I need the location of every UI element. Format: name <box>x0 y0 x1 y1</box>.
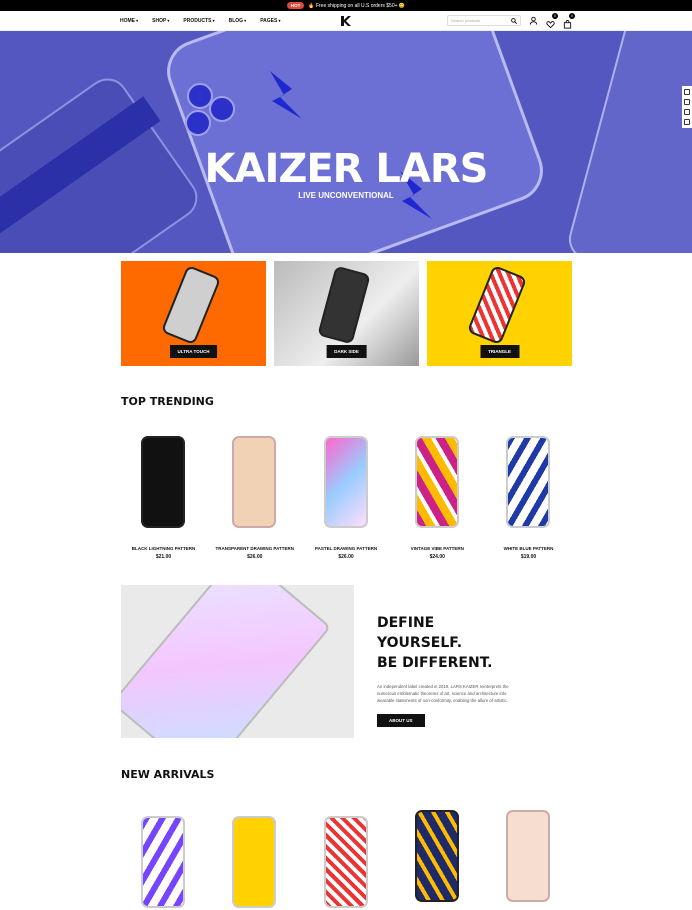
product-name[interactable]: BLACK LIGHTNING PATTERN <box>121 546 206 551</box>
feature-heading-1: DEFINE YOURSELF. <box>377 615 463 651</box>
menu-item-shop[interactable]: SHOP <box>152 18 169 24</box>
menu-item-products[interactable]: PRODUCTS <box>183 18 214 24</box>
product-image[interactable] <box>212 436 297 536</box>
trending-heading: TOP TRENDING <box>121 395 214 408</box>
about-us-button[interactable]: ABOUT US <box>377 714 425 727</box>
menu-item-pages[interactable]: PAGES <box>260 18 280 24</box>
phone-image <box>466 264 528 346</box>
product-image[interactable] <box>486 810 571 910</box>
menu-item-home[interactable]: HOME <box>120 18 138 24</box>
category-label[interactable]: TRIANGLE <box>480 345 519 358</box>
search-icon[interactable] <box>511 17 517 24</box>
product-image[interactable] <box>304 436 389 536</box>
settings-icon[interactable] <box>684 99 690 105</box>
product-price: $26.00 <box>247 554 263 560</box>
phone-case <box>141 816 185 908</box>
menu-item-blog[interactable]: BLOG <box>229 18 247 24</box>
product-image[interactable] <box>121 810 206 910</box>
product-card[interactable] <box>304 810 389 910</box>
product-card[interactable] <box>121 810 206 910</box>
phone-case <box>414 810 459 902</box>
product-price: $19.00 <box>520 554 537 560</box>
layout-icon[interactable] <box>684 109 690 115</box>
category-banners: ULTRA TOUCH DARK SIDE TRIANGLE <box>121 261 572 366</box>
menu: HOME SHOP PRODUCTS BLOG PAGES <box>120 18 280 24</box>
phone-image <box>160 264 222 346</box>
product-name[interactable]: WHITE BLUE PATTERN <box>486 546 571 551</box>
product-price: $26.00 <box>338 554 354 560</box>
product-price: $21.00 <box>155 554 172 560</box>
cart-count: 0 <box>569 13 575 19</box>
trending-products: BLACK LIGHTNING PATTERN $21.00 TRANSPARE… <box>121 436 571 560</box>
product-name[interactable]: TRANSPARENT DRAWING PATTERN <box>212 546 297 551</box>
wishlist-count: 0 <box>552 13 558 19</box>
account-icon[interactable] <box>529 16 538 25</box>
cart-icon[interactable] <box>684 119 690 125</box>
hero-banner[interactable]: KAIZER LARS LIVE UNCONVENTIONAL <box>0 31 692 253</box>
announcement-bar: HOT 🔥 Free shipping on all U.S orders $5… <box>0 0 692 11</box>
category-ultra-touch[interactable]: ULTRA TOUCH <box>121 261 266 366</box>
product-name[interactable]: PASTEL DRAWING PATTERN <box>304 546 389 551</box>
bag-icon <box>563 20 572 29</box>
product-card[interactable]: VINTAGE VIBE PATTERN $24.00 <box>395 436 480 560</box>
logo-icon[interactable] <box>340 15 352 27</box>
phone-case <box>323 816 368 908</box>
main-nav: HOME SHOP PRODUCTS BLOG PAGES Search pro… <box>0 11 692 31</box>
product-name[interactable]: VINTAGE VIBE PATTERN <box>395 546 480 551</box>
product-card[interactable] <box>395 810 480 910</box>
product-card[interactable]: BLACK LIGHTNING PATTERN $21.00 <box>121 436 206 560</box>
search-placeholder: Search products <box>451 18 481 23</box>
phone-case <box>506 810 550 902</box>
announcement-text: 🔥 Free shipping on all U.S orders $50+ 😊 <box>308 2 406 9</box>
product-image[interactable] <box>304 810 389 910</box>
phone-image <box>121 585 332 738</box>
search-input[interactable]: Search products <box>447 15 521 26</box>
product-image[interactable] <box>395 810 480 910</box>
product-image[interactable] <box>212 810 297 910</box>
side-toolbar <box>682 86 692 128</box>
hero-title: KAIZER LARS <box>204 146 489 192</box>
hero-subtitle: LIVE UNCONVENTIONAL <box>298 191 394 200</box>
phone-case <box>506 436 550 528</box>
wishlist-button[interactable]: 0 <box>546 13 558 29</box>
product-image[interactable] <box>395 436 480 536</box>
hot-badge: HOT <box>286 2 305 9</box>
feature-image <box>121 585 354 738</box>
phone-case <box>232 816 277 908</box>
product-card[interactable]: WHITE BLUE PATTERN $19.00 <box>486 436 571 560</box>
category-label[interactable]: ULTRA TOUCH <box>169 345 218 358</box>
header-actions: Search products 0 0 <box>447 13 575 29</box>
cart-button[interactable]: 0 <box>563 13 575 29</box>
new-arrivals-heading: NEW ARRIVALS <box>121 768 215 781</box>
new-arrivals-products <box>121 810 571 910</box>
feature-content: DEFINE YOURSELF. BE DIFFERENT. An indepe… <box>377 613 517 727</box>
compare-icon[interactable] <box>684 89 690 95</box>
product-image[interactable] <box>121 436 206 536</box>
phone-case <box>141 436 185 528</box>
feature-heading-2: BE DIFFERENT. <box>377 655 493 671</box>
phone-image <box>317 265 371 345</box>
category-label[interactable]: DARK SIDE <box>326 345 367 358</box>
category-dark-side[interactable]: DARK SIDE <box>274 261 419 366</box>
product-card[interactable] <box>212 810 297 910</box>
hero-phone-graphic <box>0 31 692 253</box>
heart-icon <box>546 21 555 29</box>
phone-case <box>414 436 459 528</box>
product-card[interactable]: PASTEL DRAWING PATTERN $26.00 <box>304 436 389 560</box>
phone-case <box>232 436 277 528</box>
product-card[interactable]: TRANSPARENT DRAWING PATTERN $26.00 <box>212 436 297 560</box>
category-triangle[interactable]: TRIANGLE <box>427 261 572 366</box>
product-price: $24.00 <box>429 554 445 560</box>
product-card[interactable] <box>486 810 571 910</box>
feature-body: An independent label created in 2019, LA… <box>377 684 509 703</box>
phone-case <box>323 436 368 528</box>
product-image[interactable] <box>486 436 571 536</box>
